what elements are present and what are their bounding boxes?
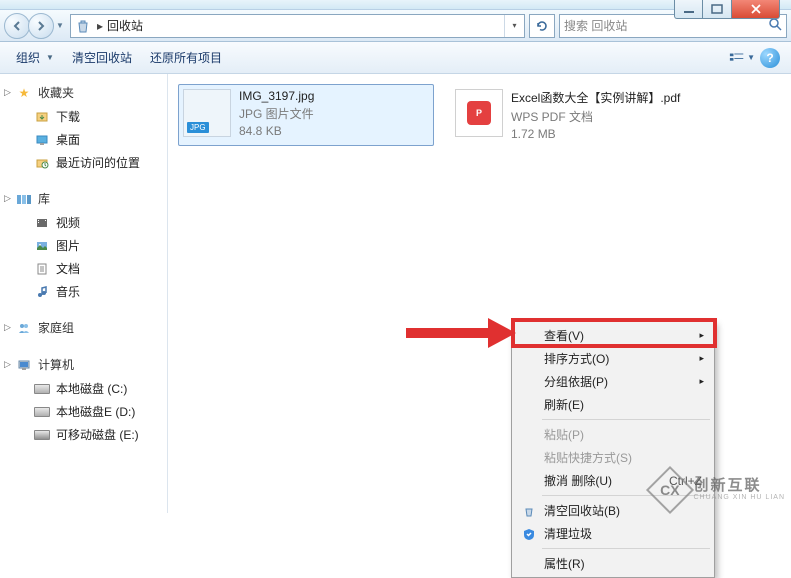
file-name: Excel函数大全【实例讲解】.pdf [511,89,680,106]
ctx-separator [542,419,710,420]
star-icon: ★ [16,85,32,101]
breadcrumb-separator-icon: ▸ [93,19,107,33]
ctx-paste: 粘贴(P) [514,423,712,446]
search-icon [768,17,782,34]
recycle-bin-icon [520,502,538,520]
watermark-logo-icon: CX [646,466,694,514]
navigation-pane: ▷★收藏夹 下载 桌面 最近访问的位置 ▷库 视频 图片 文档 音乐 ▷家庭组 … [0,74,168,513]
navigation-bar: ▼ ▸ 回收站 ▾ 搜索 回收站 [0,9,791,42]
file-type: WPS PDF 文档 [511,108,680,125]
drive-icon [34,381,50,397]
ctx-sort[interactable]: 排序方式(O)▸ [514,347,712,370]
recycle-bin-icon [73,16,93,36]
file-name: IMG_3197.jpg [239,89,314,103]
back-button[interactable] [4,13,30,39]
favorites-group[interactable]: ▷★收藏夹 [0,80,167,105]
command-toolbar: 组织▼ 清空回收站 还原所有项目 ▼ ? [0,42,791,74]
file-list-pane[interactable]: JPG IMG_3197.jpg JPG 图片文件 84.8 KB P Exce… [168,74,791,513]
close-button[interactable] [732,0,780,19]
ctx-group[interactable]: 分组依据(P)▸ [514,370,712,393]
jpg-thumbnail: JPG [183,89,231,137]
sidebar-item-drive-d[interactable]: 本地磁盘E (D:) [0,400,167,423]
main-area: ▷★收藏夹 下载 桌面 最近访问的位置 ▷库 视频 图片 文档 音乐 ▷家庭组 … [0,74,791,513]
pdf-thumbnail: P [455,89,503,137]
file-size: 1.72 MB [511,127,680,141]
empty-recycle-bin-button[interactable]: 清空回收站 [64,45,140,70]
ctx-view[interactable]: 查看(V)▸ [514,324,712,347]
watermark-cn: 创新互联 [693,478,785,495]
computer-icon [16,357,32,373]
homegroup-group[interactable]: ▷家庭组 [0,315,167,340]
address-bar[interactable]: ▸ 回收站 ▾ [70,14,525,38]
ctx-separator [542,548,710,549]
help-button[interactable]: ? [757,45,783,71]
refresh-button[interactable] [529,14,555,38]
sidebar-item-drive-e[interactable]: 可移动磁盘 (E:) [0,423,167,446]
search-placeholder: 搜索 回收站 [564,17,627,34]
annotation-arrow-icon [406,318,516,348]
organize-button[interactable]: 组织▼ [8,45,62,70]
maximize-button[interactable] [703,0,732,19]
sidebar-item-music[interactable]: 音乐 [0,280,167,303]
ctx-refresh[interactable]: 刷新(E) [514,393,712,416]
nav-history-dropdown[interactable]: ▼ [54,21,66,30]
pictures-icon [34,238,50,254]
desktop-icon [34,132,50,148]
libraries-icon [16,191,32,207]
removable-drive-icon [34,427,50,443]
window-controls [674,0,780,19]
restore-all-button[interactable]: 还原所有项目 [142,45,230,70]
homegroup-icon [16,320,32,336]
music-icon [34,284,50,300]
computer-group[interactable]: ▷计算机 [0,352,167,377]
file-item[interactable]: JPG IMG_3197.jpg JPG 图片文件 84.8 KB [178,84,434,146]
sidebar-item-desktop[interactable]: 桌面 [0,128,167,151]
videos-icon [34,215,50,231]
sidebar-item-documents[interactable]: 文档 [0,257,167,280]
sidebar-item-drive-c[interactable]: 本地磁盘 (C:) [0,377,167,400]
recent-icon [34,155,50,171]
forward-button[interactable] [28,13,54,39]
sidebar-item-downloads[interactable]: 下载 [0,105,167,128]
context-menu: 查看(V)▸ 排序方式(O)▸ 分组依据(P)▸ 刷新(E) 粘贴(P) 粘贴快… [511,321,715,578]
ctx-paste-shortcut: 粘贴快捷方式(S) [514,446,712,469]
address-dropdown[interactable]: ▾ [504,15,524,37]
drive-icon [34,404,50,420]
ctx-properties[interactable]: 属性(R) [514,552,712,575]
sidebar-item-videos[interactable]: 视频 [0,211,167,234]
ctx-clean-trash[interactable]: 清理垃圾 [514,522,712,545]
file-type: JPG 图片文件 [239,105,314,122]
watermark-en: CHUANG XIN HU LIAN [693,494,785,502]
documents-icon [34,261,50,277]
file-size: 84.8 KB [239,124,314,138]
titlebar [0,0,791,9]
breadcrumb-location[interactable]: 回收站 [107,17,143,34]
file-item[interactable]: P Excel函数大全【实例讲解】.pdf WPS PDF 文档 1.72 MB [450,84,706,146]
sidebar-item-pictures[interactable]: 图片 [0,234,167,257]
sidebar-item-recent[interactable]: 最近访问的位置 [0,151,167,174]
view-options-button[interactable]: ▼ [729,45,755,71]
shield-icon [520,525,538,543]
watermark: CX 创新互联 CHUANG XIN HU LIAN [653,473,785,507]
minimize-button[interactable] [674,0,703,19]
libraries-group[interactable]: ▷库 [0,186,167,211]
downloads-icon [34,109,50,125]
